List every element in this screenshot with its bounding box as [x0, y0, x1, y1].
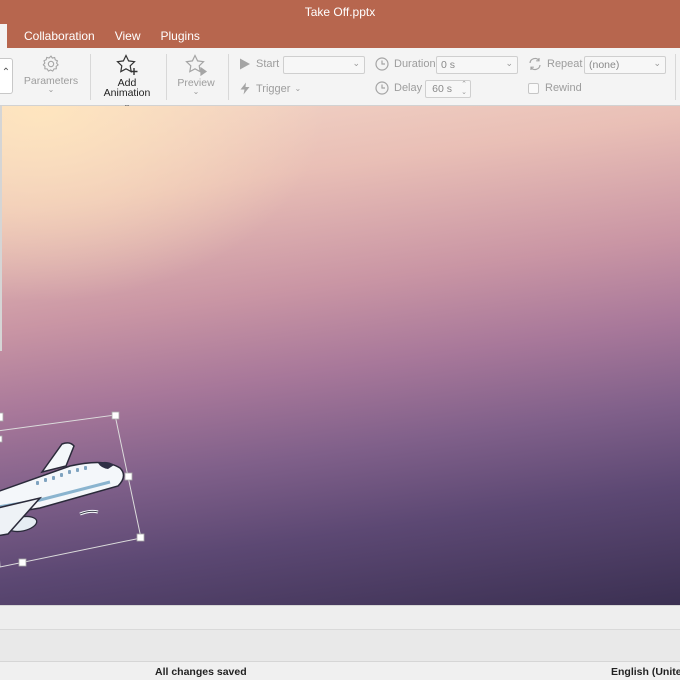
- start-label: Start: [256, 58, 280, 70]
- preview-button[interactable]: Preview ⌄: [172, 54, 220, 96]
- resize-handle[interactable]: [18, 558, 27, 567]
- gear-icon: [42, 55, 59, 72]
- clock-icon: [375, 81, 389, 95]
- ribbon-divider: [228, 54, 229, 100]
- resize-handle[interactable]: [136, 533, 145, 542]
- parameters-button[interactable]: Parameters ⌄: [24, 54, 78, 94]
- repeat-group: Repeat: [528, 57, 582, 71]
- trigger-label: Trigger: [256, 82, 291, 95]
- airplane-image[interactable]: [0, 442, 125, 538]
- notes-area[interactable]: [0, 605, 680, 629]
- stepper-arrows-icon[interactable]: ⌃ ⌄: [461, 81, 467, 97]
- start-group: Start: [239, 58, 279, 70]
- slide-canvas[interactable]: [0, 106, 680, 605]
- trigger-button[interactable]: Trigger ⌄: [239, 82, 301, 95]
- workspace-bottom: [0, 629, 680, 661]
- duration-dropdown[interactable]: 0 s ⌄: [436, 56, 518, 74]
- duration-group: Duration: [375, 57, 436, 71]
- menu-bar: Collaboration View Plugins: [0, 24, 680, 48]
- chevron-down-icon: ⌄: [47, 85, 55, 94]
- repeat-dropdown[interactable]: (none) ⌄: [584, 56, 666, 74]
- rewind-checkbox[interactable]: [528, 83, 539, 94]
- add-animation-button[interactable]: Add Animation ⌄: [100, 54, 154, 110]
- clock-icon: [375, 57, 389, 71]
- chevron-down-icon: ⌄: [294, 84, 302, 93]
- tab-plugins[interactable]: Plugins: [151, 24, 210, 48]
- tab-view[interactable]: View: [105, 24, 151, 48]
- ribbon-toolbar: ⌃ Parameters ⌄ Add Animation ⌄ Preview ⌄: [0, 48, 680, 109]
- start-dropdown[interactable]: ⌄: [283, 56, 365, 74]
- thumbnail-panel-edge: [0, 106, 2, 351]
- resize-handle[interactable]: [0, 412, 4, 422]
- language-selector[interactable]: English (United: [611, 666, 680, 678]
- lightning-icon: [239, 82, 251, 95]
- delay-stepper[interactable]: 60 s ⌃ ⌄: [425, 80, 471, 98]
- chevron-down-icon: ⌄: [192, 87, 200, 96]
- save-status: All changes saved: [155, 666, 247, 678]
- tab-collaboration[interactable]: Collaboration: [14, 24, 105, 48]
- resize-handle[interactable]: [111, 411, 120, 420]
- play-icon: [239, 58, 251, 70]
- tab-animation-active[interactable]: [0, 24, 7, 48]
- ribbon-divider: [675, 54, 676, 100]
- rewind-label: Rewind: [545, 82, 582, 94]
- resize-handle[interactable]: [124, 472, 133, 481]
- duration-value: 0 s: [441, 59, 456, 71]
- chevron-up-icon: ⌃: [1, 67, 11, 78]
- ribbon-divider: [166, 54, 167, 100]
- delay-label: Delay: [394, 82, 423, 94]
- title-bar: Take Off.pptx: [0, 0, 680, 24]
- add-animation-label-text: Animation: [103, 87, 151, 99]
- delay-value: 60 s: [432, 83, 452, 95]
- ribbon-scroll-left-button[interactable]: ⌃: [0, 58, 13, 94]
- chevron-down-icon: ⌄: [352, 58, 360, 68]
- ribbon-divider: [90, 54, 91, 100]
- chevron-down-icon: ⌄: [505, 58, 513, 68]
- chevron-down-icon: ⌄: [653, 58, 661, 68]
- duration-label: Duration: [394, 58, 436, 70]
- status-bar: All changes saved English (United: [0, 661, 680, 680]
- resize-handle[interactable]: [0, 435, 3, 443]
- repeat-label: Repeat: [547, 58, 583, 70]
- repeat-value: (none): [589, 59, 620, 71]
- star-plus-icon: [116, 54, 138, 75]
- delay-group: Delay: [375, 81, 422, 95]
- repeat-icon: [528, 57, 542, 71]
- slide-content: [0, 411, 145, 568]
- star-play-icon: [185, 54, 208, 76]
- window-title: Take Off.pptx: [304, 5, 376, 19]
